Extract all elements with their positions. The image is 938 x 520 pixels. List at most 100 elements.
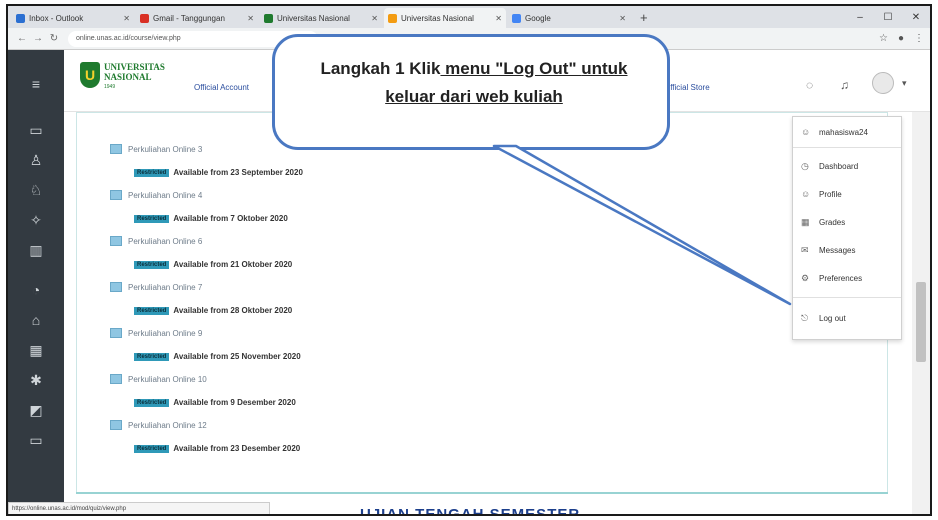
close-tab-icon[interactable]: ✕	[371, 14, 378, 23]
tab-title: Gmail - Tanggungan	[153, 13, 225, 23]
maximize-button[interactable]: ☐	[874, 8, 902, 28]
availability-row: Restricted Available from 28 Oktober 2020	[134, 306, 292, 315]
activity-title[interactable]: Perkuliahan Online 4	[128, 191, 202, 200]
restricted-badge: Restricted	[134, 168, 170, 177]
close-tab-icon[interactable]: ✕	[619, 14, 626, 23]
activity-title[interactable]: Perkuliahan Online 6	[128, 237, 202, 246]
browser-status-url: https://online.unas.ac.id/mod/quiz/view.…	[8, 502, 270, 514]
messages-icon: ✉	[801, 245, 809, 255]
logo-line-1: UNIVERSITAS	[104, 62, 165, 72]
callout-step-label: Langkah 1 Klik	[320, 59, 441, 78]
forward-icon[interactable]: →	[30, 33, 46, 44]
browser-menu-icon[interactable]: ⋮	[914, 33, 924, 44]
activity-title[interactable]: Perkuliahan Online 7	[128, 283, 202, 292]
availability-text: Available from 21 Oktober 2020	[173, 260, 293, 269]
dropdown-divider	[793, 297, 901, 298]
dashboard-icon: ◷	[801, 161, 809, 171]
activity-title[interactable]: Perkuliahan Online 3	[128, 145, 202, 154]
nav-drawer-rail: ≡ ▭ ♙ ♘ ✧ ▥ ◔ ⌂ ▦ ✱ ◩ ▭	[8, 50, 64, 514]
forum-icon	[110, 236, 122, 246]
tab-title: Universitas Nasional	[401, 13, 474, 23]
callout-menu-label: menu "Log Out"	[440, 59, 582, 78]
home-rail-icon[interactable]: ⌂	[8, 306, 64, 334]
menu-item-label: Profile	[819, 189, 842, 199]
new-tab-button[interactable]: +	[632, 8, 656, 28]
close-tab-icon[interactable]: ✕	[123, 14, 130, 23]
browser-tab[interactable]: Google ✕	[508, 8, 630, 28]
browser-tab[interactable]: Gmail - Tanggungan ✕	[136, 8, 258, 28]
university-logo-icon[interactable]: U	[80, 62, 100, 88]
close-tab-icon[interactable]: ✕	[247, 14, 254, 23]
browser-tab-active[interactable]: Universitas Nasional ✕	[384, 8, 506, 28]
menu-item-messages[interactable]: ✉ Messages	[801, 245, 855, 256]
menu-item-preferences[interactable]: ⚙ Preferences	[801, 273, 862, 284]
menu-item-label: Preferences	[819, 274, 863, 283]
activity-item[interactable]: Perkuliahan Online 3	[110, 144, 202, 154]
menu-toggle-icon[interactable]: ≡	[8, 70, 64, 98]
browser-tab[interactable]: Inbox - Outlook ✕	[12, 8, 134, 28]
availability-text: Available from 25 November 2020	[173, 352, 301, 361]
logo-subtitle: 1949	[104, 84, 116, 90]
logout-icon: ⎋	[801, 313, 809, 323]
availability-row: Restricted Available from 25 November 202…	[134, 352, 301, 361]
activity-item[interactable]: Perkuliahan Online 7	[110, 282, 202, 292]
close-tab-icon[interactable]: ✕	[495, 14, 502, 23]
header-link-right[interactable]: Official Store	[664, 83, 710, 92]
activity-item[interactable]: Perkuliahan Online 12	[110, 420, 207, 430]
activity-item[interactable]: Perkuliahan Online 4	[110, 190, 202, 200]
menu-item-grades[interactable]: ▦ Grades	[801, 217, 845, 228]
menu-item-dashboard[interactable]: ◷ Dashboard	[801, 161, 858, 172]
address-actions: ☆ ● ⋮	[879, 33, 924, 44]
folder-icon[interactable]: ▭	[8, 116, 64, 144]
browser-tab[interactable]: Universitas Nasional ✕	[260, 8, 382, 28]
menu-item-logout[interactable]: ⎋ Log out	[801, 313, 846, 324]
availability-row: Restricted Available from 21 Oktober 2020	[134, 260, 292, 269]
dashboard-rail-icon[interactable]: ◔	[8, 276, 64, 304]
close-window-button[interactable]: ✕	[902, 8, 930, 28]
activity-item[interactable]: Perkuliahan Online 10	[110, 374, 207, 384]
restricted-badge: Restricted	[134, 260, 170, 269]
tab-favicon-icon	[512, 13, 521, 23]
browser-tab-strip: Inbox - Outlook ✕ Gmail - Tanggungan ✕ Uni…	[8, 6, 930, 28]
activity-item[interactable]: Perkuliahan Online 6	[110, 236, 202, 246]
user-menu-caret-icon[interactable]: ▾	[902, 78, 907, 89]
participants-icon[interactable]: ♙	[8, 146, 64, 174]
calendar-rail-icon[interactable]: ▦	[8, 336, 64, 364]
exam-section-title[interactable]: UJIAN TENGAH SEMESTER	[360, 506, 580, 514]
private-files-icon[interactable]: ✱	[8, 366, 64, 394]
messages-header-icon[interactable]: ◌	[806, 78, 813, 92]
activity-title[interactable]: Perkuliahan Online 12	[128, 421, 207, 430]
profile-icon: ☺	[801, 189, 811, 199]
user-avatar[interactable]	[872, 72, 894, 94]
forum-icon	[110, 190, 122, 200]
availability-row: Restricted Available from 23 September 20…	[134, 168, 303, 177]
page-scrollbar[interactable]	[912, 112, 930, 514]
grades-icon: ▦	[801, 217, 810, 227]
availability-text: Available from 28 Oktober 2020	[173, 306, 293, 315]
activity-title[interactable]: Perkuliahan Online 9	[128, 329, 202, 338]
availability-row: Restricted Available from 23 Desember 202…	[134, 444, 300, 453]
competencies-icon[interactable]: ✧	[8, 206, 64, 234]
preferences-icon: ⚙	[801, 273, 810, 283]
badges-icon[interactable]: ♘	[8, 176, 64, 204]
forum-icon	[110, 328, 122, 338]
my-courses-icon[interactable]: ▭	[8, 426, 64, 454]
availability-text: Available from 23 Desember 2020	[173, 444, 301, 453]
notification-bell-icon[interactable]: ♫	[840, 78, 849, 92]
courses-rail-icon[interactable]: ◩	[8, 396, 64, 424]
back-icon[interactable]: ←	[14, 33, 30, 44]
restricted-badge: Restricted	[134, 444, 170, 453]
activity-title[interactable]: Perkuliahan Online 10	[128, 375, 207, 384]
forum-icon	[110, 374, 122, 384]
reload-icon[interactable]: ↻	[46, 33, 62, 44]
logo-wordmark[interactable]: UNIVERSITAS NASIONAL	[104, 62, 165, 82]
activity-item[interactable]: Perkuliahan Online 9	[110, 328, 202, 338]
profile-icon[interactable]: ●	[898, 33, 904, 44]
menu-item-profile[interactable]: ☺ Profile	[801, 189, 842, 199]
grades-rail-icon[interactable]: ▥	[8, 236, 64, 264]
dropdown-username[interactable]: ☺ mahasiswa24	[801, 127, 868, 137]
scrollbar-thumb[interactable]	[916, 282, 926, 362]
minimize-button[interactable]: –	[846, 8, 874, 28]
header-link-left[interactable]: Official Account	[194, 83, 249, 92]
bookmark-star-icon[interactable]: ☆	[879, 33, 888, 44]
